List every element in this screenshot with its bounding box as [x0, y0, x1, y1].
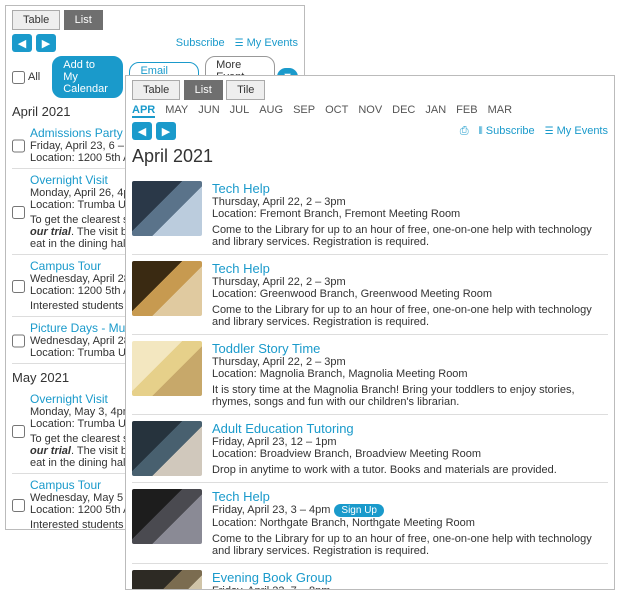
event-checkbox[interactable]: [12, 480, 25, 530]
event-checkbox[interactable]: [12, 323, 25, 359]
my-events-link[interactable]: ☰My Events: [545, 125, 608, 137]
event-when: Thursday, April 22, 2 – 3pm: [212, 276, 608, 288]
event-thumbnail[interactable]: [132, 421, 202, 476]
event-title[interactable]: Adult Education Tutoring: [212, 421, 608, 436]
month-tab[interactable]: OCT: [325, 104, 348, 118]
prev-button[interactable]: ◀: [132, 122, 152, 140]
tab-table[interactable]: Table: [12, 10, 60, 30]
front-toolbar: ◀ ▶ ⎙ ⫴Subscribe ☰My Events: [132, 122, 608, 140]
event-title[interactable]: Evening Book Group: [212, 570, 608, 585]
add-calendar-button[interactable]: Add to My Calendar: [52, 56, 123, 98]
event-location: Location: Greenwood Branch, Greenwood Me…: [212, 288, 608, 300]
month-tab[interactable]: NOV: [358, 104, 382, 118]
event-thumbnail[interactable]: [132, 489, 202, 544]
event-thumbnail[interactable]: [132, 341, 202, 396]
subscribe-link[interactable]: ⫴Subscribe: [479, 125, 535, 137]
rss-icon: ⫴: [479, 126, 483, 137]
all-checkbox[interactable]: [12, 71, 25, 84]
month-tab[interactable]: FEB: [456, 104, 477, 118]
event-title[interactable]: Tech Help: [212, 489, 608, 504]
month-tab[interactable]: AUG: [259, 104, 283, 118]
event-row: Tech HelpThursday, April 22, 2 – 3pmLoca…: [132, 255, 608, 335]
all-label: All: [28, 71, 40, 83]
event-title[interactable]: Tech Help: [212, 261, 608, 276]
event-checkbox[interactable]: [12, 128, 25, 164]
event-location: Location: Broadview Branch, Broadview Me…: [212, 448, 608, 460]
event-desc: Come to the Library for up to an hour of…: [212, 224, 608, 248]
event-when: Thursday, April 22, 2 – 3pm: [212, 356, 608, 368]
event-checkbox[interactable]: [12, 261, 25, 312]
event-thumbnail[interactable]: [132, 570, 202, 590]
print-icon[interactable]: ⎙: [460, 125, 469, 138]
event-checkbox[interactable]: [12, 394, 25, 469]
my-events-link[interactable]: ☰My Events: [235, 37, 298, 49]
event-when: Friday, April 23, 7 – 8pm: [212, 585, 608, 590]
month-tab[interactable]: JUN: [198, 104, 219, 118]
event-checkbox[interactable]: [12, 175, 25, 250]
event-when: Thursday, April 22, 2 – 3pm: [212, 196, 608, 208]
event-when: Friday, April 23, 12 – 1pm: [212, 436, 608, 448]
month-bar: APR MAY JUN JUL AUG SEP OCT NOV DEC JAN FEB MAR: [132, 104, 608, 118]
event-title[interactable]: Toddler Story Time: [212, 341, 608, 356]
tab-tile[interactable]: Tile: [226, 80, 265, 100]
event-row: Tech HelpFriday, April 23, 3 – 4pmSign U…: [132, 483, 608, 564]
month-tab[interactable]: JUL: [230, 104, 250, 118]
page-title: April 2021: [132, 146, 608, 167]
month-tab[interactable]: APR: [132, 104, 155, 118]
next-button[interactable]: ▶: [156, 122, 176, 140]
all-checkbox-wrap[interactable]: All: [12, 71, 40, 84]
event-row: Tech HelpThursday, April 22, 2 – 3pmLoca…: [132, 175, 608, 255]
event-thumbnail[interactable]: [132, 181, 202, 236]
event-desc: Drop in anytime to work with a tutor. Bo…: [212, 464, 608, 476]
event-location: Location: Fremont Branch, Fremont Meetin…: [212, 208, 608, 220]
event-when: Wednesday, April 28 –: [30, 335, 139, 347]
event-desc: Come to the Library for up to an hour of…: [212, 533, 608, 557]
event-row: Toddler Story TimeThursday, April 22, 2 …: [132, 335, 608, 415]
month-tab[interactable]: DEC: [392, 104, 415, 118]
event-row: Adult Education TutoringFriday, April 23…: [132, 415, 608, 483]
month-tab[interactable]: JAN: [425, 104, 446, 118]
event-desc: Come to the Library for up to an hour of…: [212, 304, 608, 328]
event-row: Evening Book GroupFriday, April 23, 7 – …: [132, 564, 608, 590]
front-panel: Table List Tile APR MAY JUN JUL AUG SEP OCT NOV…: [125, 75, 615, 590]
subscribe-link[interactable]: Subscribe: [176, 37, 225, 49]
event-thumbnail[interactable]: [132, 261, 202, 316]
month-tab[interactable]: MAY: [165, 104, 188, 118]
back-tabs: Table List: [12, 10, 298, 30]
event-when: Friday, April 23, 3 – 4pmSign Up: [212, 504, 608, 517]
event-title[interactable]: Picture Days - Mu: [30, 321, 139, 335]
month-tab[interactable]: MAR: [488, 104, 512, 118]
front-tabs: Table List Tile: [132, 80, 608, 100]
tab-list[interactable]: List: [184, 80, 223, 100]
event-title[interactable]: Tech Help: [212, 181, 608, 196]
month-tab[interactable]: SEP: [293, 104, 315, 118]
event-desc: It is story time at the Magnolia Branch!…: [212, 384, 608, 408]
back-toolbar: ◀ ▶ Subscribe ☰My Events: [12, 34, 298, 52]
event-location: Location: Northgate Branch, Northgate Me…: [212, 517, 608, 529]
event-location: Location: Trumba Uni: [30, 347, 139, 359]
list-icon: ☰: [235, 38, 244, 49]
tab-table[interactable]: Table: [132, 80, 180, 100]
event-location: Location: Magnolia Branch, Magnolia Meet…: [212, 368, 608, 380]
prev-button[interactable]: ◀: [12, 34, 32, 52]
signup-button[interactable]: Sign Up: [334, 504, 384, 517]
list-icon: ☰: [545, 126, 554, 137]
next-button[interactable]: ▶: [36, 34, 56, 52]
tab-list[interactable]: List: [64, 10, 103, 30]
